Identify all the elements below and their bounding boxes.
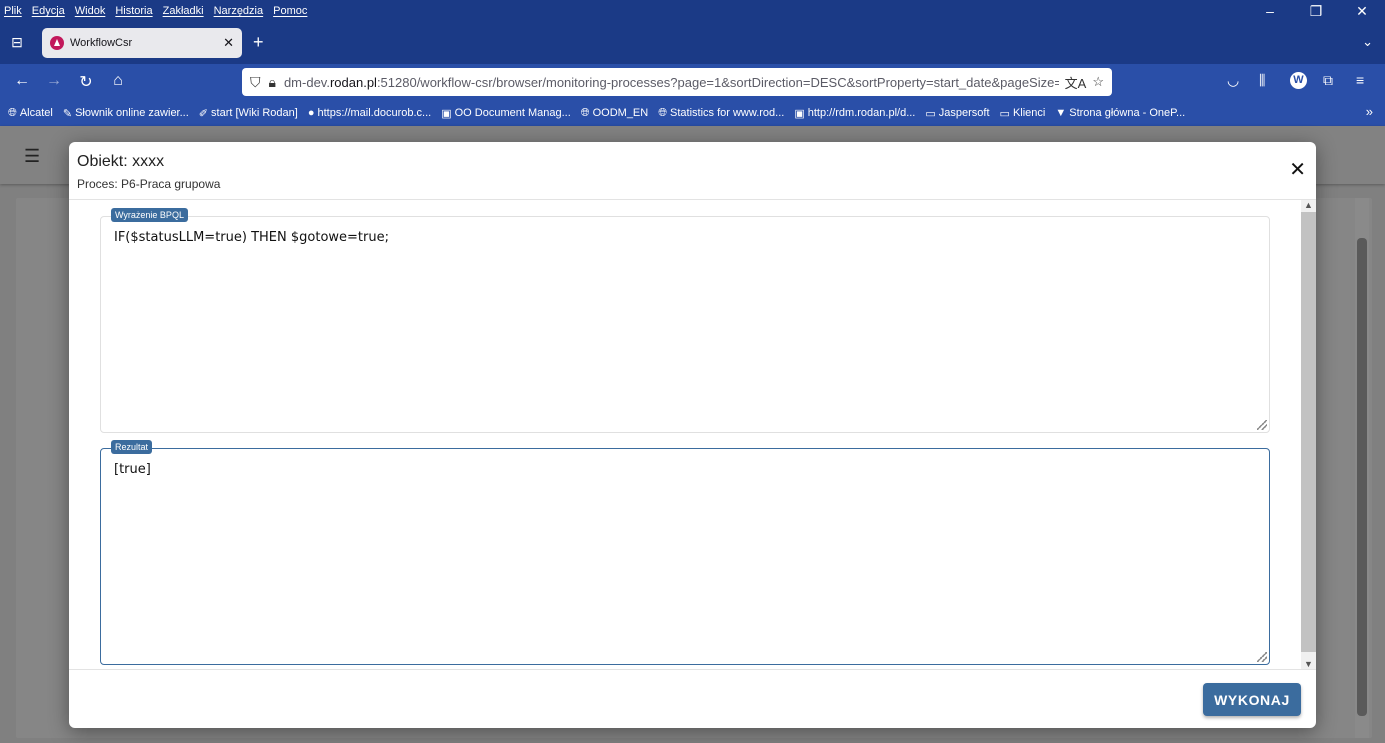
bookmark-label: http://rdm.rodan.pl/d... xyxy=(807,107,916,119)
page-scrollbar-thumb[interactable] xyxy=(1357,238,1367,716)
run-button[interactable]: WYKONAJ xyxy=(1203,683,1301,716)
globe-icon: 🌐︎ xyxy=(8,106,17,119)
bookmark-oodm-en[interactable]: 🌐︎ OODM_EN xyxy=(581,107,648,120)
chevron-down-icon[interactable]: ⌄ xyxy=(1362,34,1373,50)
app-favicon-icon xyxy=(50,36,64,50)
object-dialog: Obiekt: xxxx Proces: P6-Praca grupowa ✕ … xyxy=(69,142,1316,728)
result-value[interactable]: [true] xyxy=(114,462,151,477)
bookmark-onep[interactable]: ▼ Strona główna - OneP... xyxy=(1055,107,1185,119)
bookmark-label: OODM_EN xyxy=(592,107,649,119)
translate-icon[interactable]: 文A xyxy=(1065,73,1087,92)
bookmark-oo-document[interactable]: ▣ OO Document Manag... xyxy=(441,107,571,120)
dialog-footer: WYKONAJ xyxy=(69,669,1316,728)
window-controls: – ❐ ✕ xyxy=(1247,0,1385,22)
folder-icon: ▭ xyxy=(925,107,936,120)
bookmark-label: Jaspersoft xyxy=(938,107,990,119)
mail-icon: ● xyxy=(307,107,315,119)
doc-icon: ▣ xyxy=(794,107,805,120)
bpql-expression-field[interactable]: Wyrażenie BPQL IF($statusLLM=true) THEN … xyxy=(100,208,1270,433)
onep-icon: ▼ xyxy=(1055,107,1067,119)
bookmark-label: https://mail.docurob.c... xyxy=(317,107,432,119)
dialog-subtitle: Proces: P6-Praca grupowa xyxy=(77,177,221,191)
tab-list-icon[interactable]: ⊟ xyxy=(8,34,26,52)
globe-icon: 🌐︎ xyxy=(658,106,668,119)
bookmark-mail[interactable]: ● https://mail.docurob.c... xyxy=(308,107,431,119)
bpql-expression-value[interactable]: IF($statusLLM=true) THEN $gotowe=true; xyxy=(114,230,389,245)
menu-bookmarks[interactable]: Zakładki xyxy=(158,5,209,17)
extensions-icon[interactable]: ⧉ xyxy=(1323,72,1333,89)
resize-grip-icon[interactable] xyxy=(1257,420,1267,430)
globe-icon: 🌐︎ xyxy=(580,106,590,119)
scroll-up-icon[interactable]: ▲ xyxy=(1301,200,1316,210)
result-field[interactable]: Rezultat [true] xyxy=(100,440,1270,665)
home-icon[interactable]: ⌂ xyxy=(108,72,128,90)
star-icon[interactable]: ☆ xyxy=(1092,74,1104,90)
url-host-prefix: dm-dev. xyxy=(283,74,330,90)
bookmark-label: start [Wiki Rodan] xyxy=(211,107,298,119)
dialog-title: Obiekt: xxxx xyxy=(77,153,165,170)
pocket-icon[interactable]: ◡ xyxy=(1227,72,1239,89)
bookmark-rdm[interactable]: ▣ http://rdm.rodan.pl/d... xyxy=(794,107,915,120)
bookmark-label: Alcatel xyxy=(19,107,53,119)
bookmark-klienci[interactable]: ▭ Klienci xyxy=(1000,107,1046,120)
menu-help[interactable]: Pomoc xyxy=(268,5,312,17)
bookmark-wiki[interactable]: ✐ start [Wiki Rodan] xyxy=(199,107,298,120)
page-scrollbar[interactable] xyxy=(1355,198,1369,738)
menu-tools[interactable]: Narzędzia xyxy=(209,5,269,17)
url-path: :51280/workflow-csr/browser/monitoring-p… xyxy=(376,74,1059,90)
menu-file[interactable]: Plik xyxy=(0,5,27,17)
tab-bar: ⊟ WorkflowCsr ✕ + ⌄ xyxy=(0,22,1385,64)
library-icon[interactable]: ⫼ xyxy=(1259,72,1265,89)
minimize-button[interactable]: – xyxy=(1247,0,1293,22)
profile-avatar-icon[interactable]: W xyxy=(1290,72,1307,89)
back-icon[interactable]: ← xyxy=(12,72,32,90)
tab-workflowcsr[interactable]: WorkflowCsr ✕ xyxy=(42,28,242,58)
dialog-close-icon[interactable]: ✕ xyxy=(1289,160,1306,180)
dialog-body: Wyrażenie BPQL IF($statusLLM=true) THEN … xyxy=(69,200,1316,669)
bookmarks-bar: 🌐︎ Alcatel ✎ Słownik online zawier... ✐ sta… xyxy=(0,100,1385,126)
bookmark-label: Słownik online zawier... xyxy=(75,107,189,119)
result-label: Rezultat xyxy=(111,440,153,454)
url-host-main: rodan.pl xyxy=(329,74,377,90)
bookmark-alcatel[interactable]: 🌐︎ Alcatel xyxy=(8,107,53,120)
restore-button[interactable]: ❐ xyxy=(1293,0,1339,22)
bookmark-jaspersoft[interactable]: ▭ Jaspersoft xyxy=(925,107,989,120)
bookmark-label: Statistics for www.rod... xyxy=(670,107,785,119)
url-text[interactable]: dm-dev.rodan.pl:51280/workflow-csr/brows… xyxy=(284,75,1059,90)
resize-grip-icon[interactable] xyxy=(1257,652,1267,662)
menu-bar: Plik Edycja Widok Historia Zakładki Narz… xyxy=(0,0,1385,22)
tab-close-icon[interactable]: ✕ xyxy=(223,35,234,51)
bookmark-label: OO Document Manag... xyxy=(454,107,571,119)
scroll-down-icon[interactable]: ▼ xyxy=(1301,659,1316,669)
folder-icon: ▭ xyxy=(999,107,1010,120)
menu-icon[interactable]: ≡ xyxy=(1356,72,1364,88)
menu-view[interactable]: Widok xyxy=(70,5,111,17)
hamburger-menu-icon[interactable]: ☰ xyxy=(24,146,40,167)
shield-icon[interactable]: ⛉ xyxy=(250,74,261,91)
lock-icon[interactable]: 🔒︎ xyxy=(269,74,276,91)
dialog-scrollbar[interactable]: ▲ ▼ xyxy=(1301,200,1316,669)
window-close-button[interactable]: ✕ xyxy=(1339,0,1385,22)
tab-title: WorkflowCsr xyxy=(70,37,133,49)
new-tab-icon[interactable]: + xyxy=(253,32,264,53)
bookmark-label: Strona główna - OneP... xyxy=(1069,107,1186,119)
bookmark-label: Klienci xyxy=(1012,107,1046,119)
dictionary-icon: ✎ xyxy=(62,107,73,120)
bpql-expression-label: Wyrażenie BPQL xyxy=(111,208,188,222)
url-bar[interactable]: ⛉ 🔒︎ dm-dev.rodan.pl:51280/workflow-csr/… xyxy=(242,68,1112,96)
dialog-header: Obiekt: xxxx Proces: P6-Praca grupowa ✕ xyxy=(69,142,1316,200)
bookmark-statistics[interactable]: 🌐︎ Statistics for www.rod... xyxy=(658,107,784,120)
bookmarks-overflow-icon[interactable]: » xyxy=(1366,104,1373,119)
wiki-icon: ✐ xyxy=(198,107,209,120)
forward-icon[interactable]: → xyxy=(44,72,64,90)
menu-edit[interactable]: Edycja xyxy=(27,5,70,17)
doc-icon: ▣ xyxy=(441,107,452,120)
dialog-scrollbar-thumb[interactable] xyxy=(1301,212,1316,652)
nav-bar: ← → ↻ ⌂ ⛉ 🔒︎ dm-dev.rodan.pl:51280/workf… xyxy=(0,64,1385,100)
bookmark-slownik[interactable]: ✎ Słownik online zawier... xyxy=(63,107,189,120)
menu-history[interactable]: Historia xyxy=(110,5,157,17)
reload-icon[interactable]: ↻ xyxy=(76,72,96,92)
